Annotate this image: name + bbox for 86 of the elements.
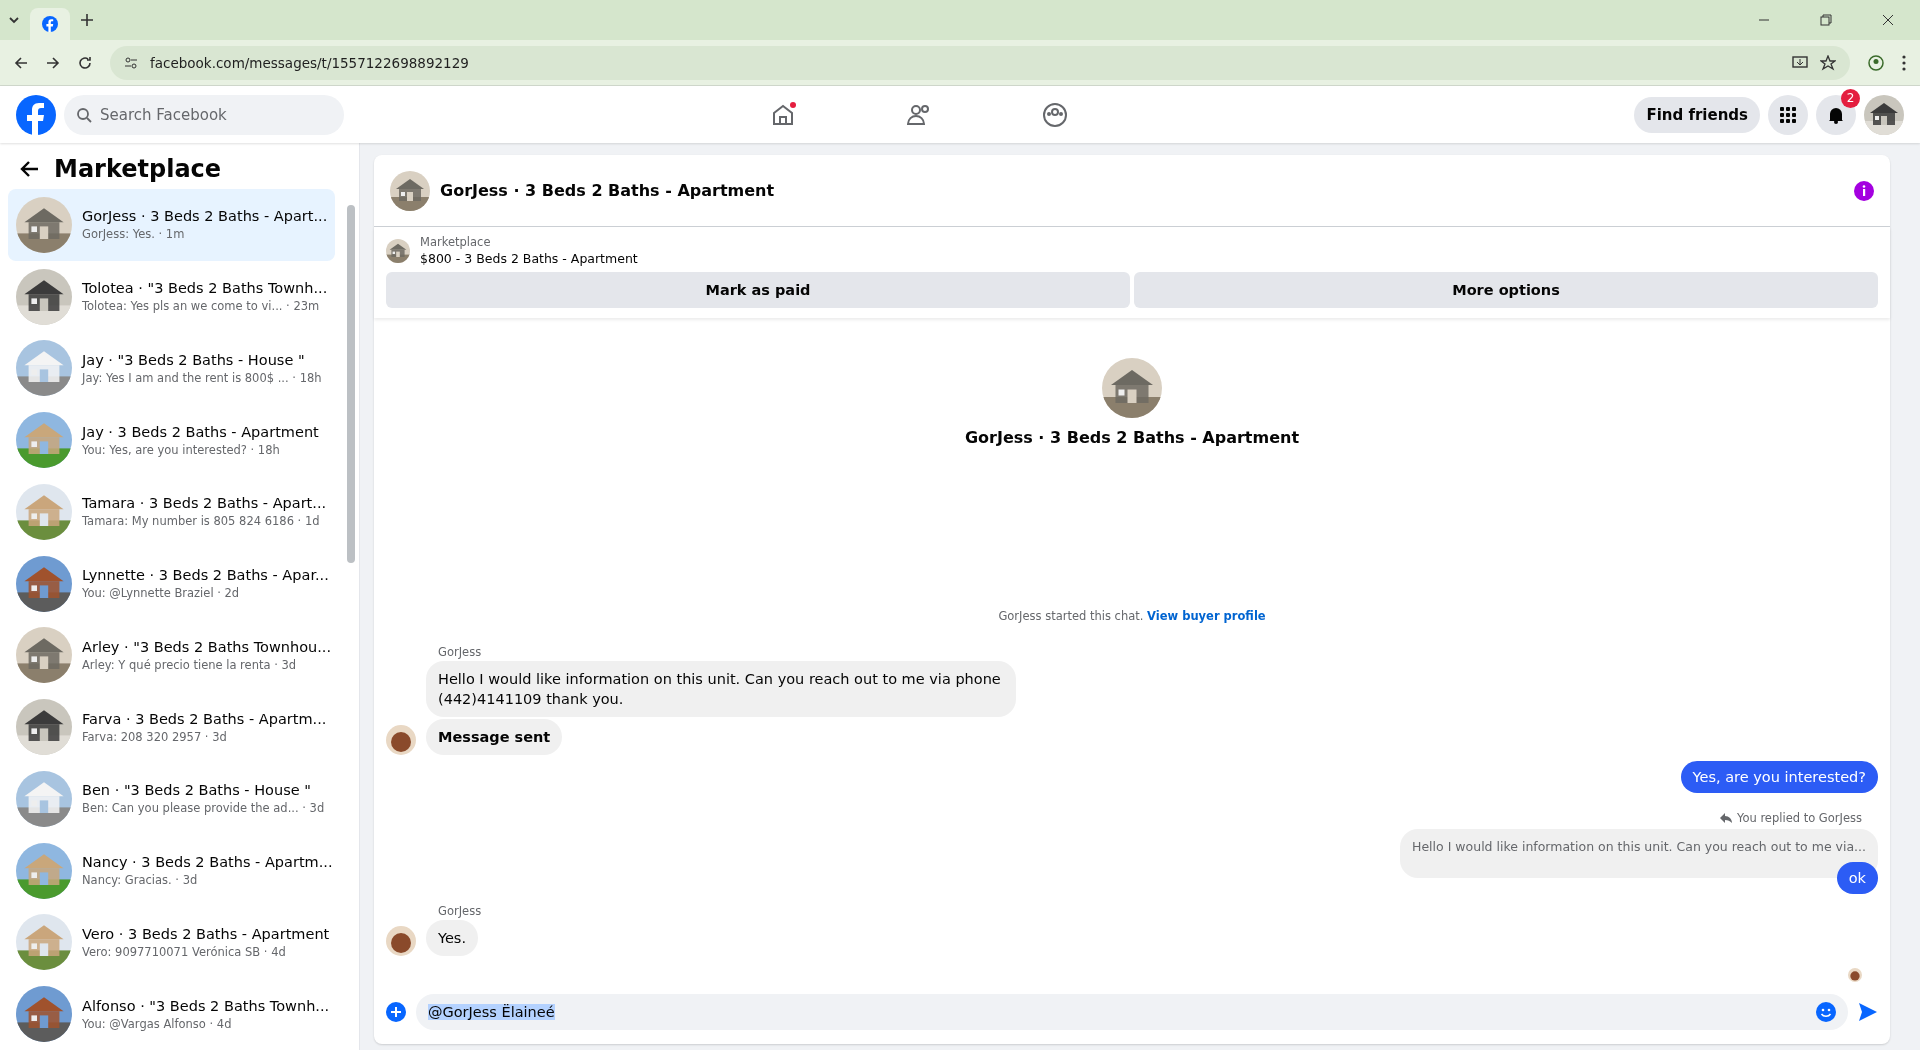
- conversation-title: Alfonso · "3 Beds 2 Baths Townh...: [82, 997, 327, 1014]
- menu-grid-button[interactable]: [1768, 94, 1808, 135]
- facebook-logo-icon: [42, 16, 58, 32]
- conversation-item[interactable]: Arley · "3 Beds 2 Baths Townhou... Arley: Y qué precio tiene la renta · 3d: [8, 619, 335, 692]
- avatar-icon: [386, 926, 416, 956]
- new-tab-icon[interactable]: [80, 13, 94, 27]
- search-icon: [76, 106, 92, 123]
- conversation-title: Vero · 3 Beds 2 Baths - Apartment: [82, 925, 327, 942]
- conversation-preview: Ben: Can you please provide the ad... · 3d: [82, 801, 325, 816]
- star-icon[interactable]: [1820, 54, 1836, 71]
- forward-icon[interactable]: [46, 55, 60, 70]
- incoming-message: Yes.: [426, 920, 479, 956]
- scrollbar-thumb[interactable]: [347, 205, 355, 563]
- conversation-preview: You: Yes, are you interested? · 18h: [82, 442, 281, 457]
- buyer-profile-link[interactable]: View buyer profile: [1147, 609, 1266, 623]
- conversation-preview: Tolotea: Yes pls an we come to vi... · 23m: [82, 299, 321, 314]
- listing-label: Marketplace: [420, 235, 492, 249]
- action-button[interactable]: Mark as paid: [386, 272, 1130, 308]
- sender-name: GorJess: [438, 645, 483, 659]
- outgoing-message: Yes, are you interested?: [1680, 761, 1878, 793]
- conversation-item[interactable]: Tamara · 3 Beds 2 Baths - Apart... Tamara: My number is 805 824 6186 · 1d: [8, 476, 335, 548]
- conversation-title: Jay · "3 Beds 2 Baths - House ": [82, 351, 306, 368]
- emoji-icon[interactable]: [1816, 1002, 1836, 1022]
- dropdown-icon[interactable]: [8, 14, 20, 26]
- add-icon[interactable]: [386, 1002, 406, 1022]
- find-friends-button[interactable]: Find friends: [1634, 96, 1760, 133]
- notification-badge: 2: [1841, 88, 1860, 108]
- conversation-title: Tolotea · "3 Beds 2 Baths Townh...: [82, 280, 327, 297]
- avatar-icon: [1848, 968, 1862, 982]
- grid-icon: [1779, 105, 1797, 124]
- message-input[interactable]: @GorJess Ëlaineé: [416, 994, 1848, 1030]
- reload-icon[interactable]: [78, 55, 92, 70]
- conversation-item[interactable]: Lynnette · 3 Beds 2 Baths - Apar... You: @Lynnette Braziel · 2d: [8, 547, 335, 620]
- browser-tab[interactable]: [30, 8, 70, 40]
- conversation-item[interactable]: Alfonso · "3 Beds 2 Baths Townh... You: @Vargas Alfonso · 4d: [8, 978, 335, 1050]
- sidebar-title: Marketplace: [54, 155, 222, 183]
- back-icon[interactable]: [14, 55, 28, 70]
- info-icon[interactable]: [1854, 180, 1874, 201]
- conversation-preview: You: @Lynnette Braziel · 2d: [82, 586, 241, 601]
- avatar-icon: [386, 725, 416, 755]
- site-settings-icon: [124, 55, 138, 70]
- conversation-title: Lynnette · 3 Beds 2 Baths - Apar...: [82, 567, 327, 584]
- conversation-item[interactable]: Farva · 3 Beds 2 Baths - Apartm... Farva: 208 320 2957 · 3d: [8, 691, 335, 763]
- sender-name: GorJess: [438, 904, 483, 918]
- facebook-logo-icon[interactable]: [16, 94, 56, 135]
- conversation-preview: Arley: Y qué precio tiene la renta · 3d: [82, 657, 298, 672]
- conversation-item[interactable]: Ben · "3 Beds 2 Baths - House " Ben: Can you please provide the ad... · 3d: [8, 763, 335, 835]
- bell-icon: [1827, 105, 1845, 124]
- conversation-preview: Jay: Yes I am and the rent is 800$ ... · 18h: [82, 370, 322, 385]
- conversation-title: Jay · 3 Beds 2 Baths - Apartment: [82, 423, 319, 440]
- chat-title: GorJess · 3 Beds 2 Baths - Apartment: [440, 181, 776, 200]
- conversation-preview: Vero: 9097710071 Verónica SB · 4d: [82, 944, 287, 959]
- conversation-title: GorJess · 3 Beds 2 Baths - Apart...: [82, 208, 327, 225]
- conversation-preview: Tamara: My number is 805 824 6186 · 1d: [82, 514, 321, 529]
- conversation-title: Ben · "3 Beds 2 Baths - House ": [82, 782, 312, 799]
- outgoing-message: ok: [1836, 862, 1878, 894]
- search-field[interactable]: Search Facebook: [64, 94, 344, 135]
- menu-icon[interactable]: [1902, 54, 1906, 71]
- conversation-item[interactable]: Jay · "3 Beds 2 Baths - House " Jay: Yes I am and the rent is 800$ ... · 18h: [8, 332, 335, 405]
- address-bar[interactable]: facebook.com/messages/t/1557122698892129: [110, 45, 1850, 80]
- profile-icon[interactable]: [1868, 54, 1884, 71]
- restore-icon[interactable]: [1820, 14, 1832, 26]
- chat-started-text: GorJess started this chat.: [998, 609, 1144, 623]
- send-icon[interactable]: [1858, 1002, 1878, 1022]
- conversation-item[interactable]: Vero · 3 Beds 2 Baths - Apartment Vero: 9097710071 Verónica SB · 4d: [8, 906, 335, 979]
- conversation-item[interactable]: Nancy · 3 Beds 2 Baths - Apartm... Nancy: Gracias. · 3d: [8, 834, 335, 907]
- conversation-title: Farva · 3 Beds 2 Baths - Apartm...: [82, 710, 327, 727]
- intro-title: GorJess · 3 Beds 2 Baths - Apartment: [964, 428, 1300, 447]
- back-arrow-icon[interactable]: [20, 159, 40, 179]
- listing-summary: $800 - 3 Beds 2 Baths - Apartment: [420, 251, 638, 266]
- action-button[interactable]: More options: [1134, 272, 1878, 308]
- conversation-preview: Farva: 208 320 2957 · 3d: [82, 729, 228, 744]
- close-icon[interactable]: [1882, 14, 1894, 26]
- notifications-button[interactable]: [1816, 94, 1856, 135]
- conversation-preview: Nancy: Gracias. · 3d: [82, 873, 199, 888]
- reply-note: You replied to GorJess: [1736, 811, 1862, 825]
- conversation-item[interactable]: GorJess · 3 Beds 2 Baths - Apart... GorJess: Yes. · 1m: [8, 189, 335, 261]
- incoming-message: Message sent: [426, 719, 563, 755]
- conversation-item[interactable]: Tolotea · "3 Beds 2 Baths Townh... Tolotea: Yes pls an we come to vi... · 23m: [8, 260, 335, 333]
- install-icon[interactable]: [1792, 54, 1808, 71]
- conversation-item[interactable]: Jay · 3 Beds 2 Baths - Apartment You: Yes, are you interested? · 18h: [8, 404, 335, 476]
- conversation-title: Tamara · 3 Beds 2 Baths - Apart...: [82, 495, 327, 512]
- conversation-preview: You: @Vargas Alfonso · 4d: [82, 1016, 233, 1031]
- conversation-preview: GorJess: Yes. · 1m: [82, 227, 186, 242]
- reply-icon: [1719, 813, 1732, 823]
- incoming-message: Hello I would like information on this unit. Can you reach out to me via phone (442)4141109 thank you.: [426, 661, 1016, 717]
